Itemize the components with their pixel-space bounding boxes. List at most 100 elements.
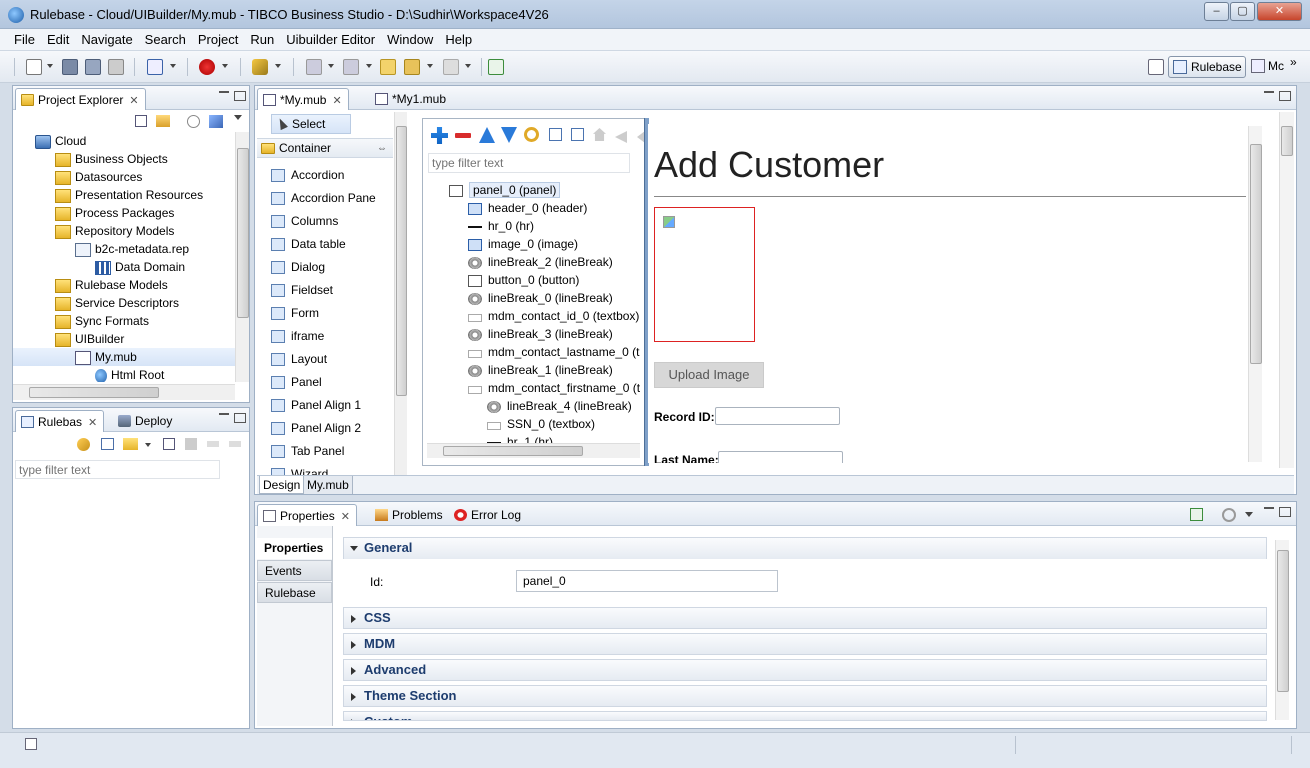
maximize-view-icon[interactable] bbox=[234, 413, 246, 423]
rulebas-filter-input[interactable] bbox=[15, 460, 220, 479]
tab-problems[interactable]: Problems bbox=[370, 504, 449, 526]
new-dropdown-icon[interactable] bbox=[47, 64, 53, 68]
tab-project-explorer[interactable]: Project Explorer ✕ bbox=[15, 88, 146, 110]
palette-item-panel-align-1[interactable]: Panel Align 1 bbox=[271, 394, 361, 417]
close-icon[interactable]: ✕ bbox=[332, 95, 341, 107]
tree-item[interactable]: Process Packages bbox=[13, 204, 235, 222]
page-heading[interactable]: Add Customer bbox=[654, 144, 884, 186]
menu-edit[interactable]: Edit bbox=[41, 32, 75, 47]
link-editor-icon[interactable] bbox=[156, 115, 170, 127]
tree-item[interactable]: Html Root bbox=[13, 366, 235, 382]
open-dropdown-icon[interactable] bbox=[145, 443, 151, 447]
collapse-all-icon[interactable] bbox=[135, 115, 147, 127]
back-dropdown-icon[interactable] bbox=[427, 64, 433, 68]
side-tab-rulebase[interactable]: Rulebase bbox=[257, 582, 332, 603]
maximize-view-icon[interactable] bbox=[234, 91, 246, 101]
menu-file[interactable]: File bbox=[8, 32, 41, 47]
section-theme-section[interactable]: Theme Section bbox=[343, 685, 1267, 707]
run-dropdown-icon[interactable] bbox=[222, 64, 228, 68]
outline-row[interactable]: SSN_0 (textbox) bbox=[423, 415, 644, 433]
scrollbar-thumb[interactable] bbox=[237, 148, 249, 318]
perspective-mc-label[interactable]: Mc bbox=[1268, 59, 1284, 73]
next-annotation-dropdown-icon[interactable] bbox=[328, 64, 334, 68]
filter-icon[interactable] bbox=[1222, 508, 1236, 522]
palette-item-data-table[interactable]: Data table bbox=[271, 233, 346, 256]
tree-item[interactable]: Rulebase Models bbox=[13, 276, 235, 294]
menu-search[interactable]: Search bbox=[139, 32, 192, 47]
tab-design[interactable]: Design bbox=[259, 476, 305, 494]
next-annotation-icon[interactable] bbox=[306, 59, 322, 75]
scrollbar-thumb[interactable] bbox=[1281, 126, 1293, 156]
tool-dropdown-icon[interactable] bbox=[275, 64, 281, 68]
palette-item-panel[interactable]: Panel bbox=[271, 371, 322, 394]
section-advanced[interactable]: Advanced bbox=[343, 659, 1267, 681]
forward-icon[interactable] bbox=[229, 441, 241, 447]
close-icon[interactable]: ✕ bbox=[88, 417, 97, 429]
palette-item-tab-panel[interactable]: Tab Panel bbox=[271, 440, 344, 463]
filter-icon[interactable] bbox=[187, 115, 200, 128]
home-icon[interactable] bbox=[185, 438, 197, 450]
expand-icon[interactable] bbox=[549, 128, 562, 141]
menu-window[interactable]: Window bbox=[381, 32, 439, 47]
section-css[interactable]: CSS bbox=[343, 607, 1267, 629]
maximize-view-icon[interactable] bbox=[1279, 507, 1291, 517]
outline-row[interactable]: mdm_contact_id_0 (textbox) bbox=[423, 307, 644, 325]
tree-item[interactable]: Cloud bbox=[13, 132, 235, 150]
refresh-icon[interactable] bbox=[77, 438, 90, 451]
home-icon[interactable] bbox=[593, 128, 606, 141]
tree-item[interactable]: Data Domain bbox=[13, 258, 235, 276]
side-tab-events[interactable]: Events bbox=[257, 560, 332, 581]
tab-my1-mub[interactable]: *My1.mub bbox=[370, 88, 452, 110]
close-icon[interactable]: ✕ bbox=[129, 95, 138, 107]
minimize-view-icon[interactable] bbox=[219, 413, 229, 416]
palette-item-dialog[interactable]: Dialog bbox=[271, 256, 325, 279]
close-icon[interactable]: ✕ bbox=[341, 511, 350, 523]
id-input[interactable] bbox=[516, 570, 778, 592]
record-id-input[interactable] bbox=[715, 407, 840, 425]
fast-view-icon[interactable] bbox=[25, 738, 37, 750]
last-edit-icon[interactable] bbox=[380, 59, 396, 75]
section-general[interactable]: General bbox=[343, 537, 1267, 559]
tool-icon[interactable] bbox=[252, 59, 268, 75]
upload-image-button[interactable]: Upload Image bbox=[654, 362, 764, 388]
prev-annotation-dropdown-icon[interactable] bbox=[366, 64, 372, 68]
palette-item-wizard[interactable]: Wizard bbox=[271, 463, 328, 475]
palette-item-panel-align-2[interactable]: Panel Align 2 bbox=[271, 417, 361, 440]
tree-item[interactable]: Presentation Resources bbox=[13, 186, 235, 204]
layout-icon[interactable] bbox=[147, 59, 163, 75]
palette-item-layout[interactable]: Layout bbox=[271, 348, 327, 371]
outline-row[interactable]: lineBreak_0 (lineBreak) bbox=[423, 289, 644, 307]
palette-scrollbar[interactable] bbox=[394, 112, 407, 475]
project-explorer-hscrollbar[interactable] bbox=[13, 384, 235, 400]
tab-rulebas[interactable]: Rulebas ✕ bbox=[15, 410, 105, 432]
outline-row[interactable]: hr_1 (hr) bbox=[423, 433, 644, 443]
outline-row[interactable]: lineBreak_3 (lineBreak) bbox=[423, 325, 644, 343]
image-placeholder[interactable] bbox=[654, 207, 755, 342]
outline-row[interactable]: lineBreak_4 (lineBreak) bbox=[423, 397, 644, 415]
minimize-button[interactable]: – bbox=[1204, 2, 1229, 21]
prev-annotation-icon[interactable] bbox=[343, 59, 359, 75]
scrollbar-thumb[interactable] bbox=[396, 126, 407, 396]
minimize-view-icon[interactable] bbox=[219, 91, 229, 94]
perspective-rulebase-button[interactable]: Rulebase bbox=[1168, 56, 1246, 78]
outline-row[interactable]: hr_0 (hr) bbox=[423, 217, 644, 235]
outline-row[interactable]: lineBreak_2 (lineBreak) bbox=[423, 253, 644, 271]
palette-select-tool[interactable]: Select bbox=[271, 114, 351, 134]
palette-item-form[interactable]: Form bbox=[271, 302, 319, 325]
tab-properties[interactable]: Properties ✕ bbox=[257, 504, 357, 526]
refresh-icon[interactable] bbox=[524, 127, 539, 142]
save-all-icon[interactable] bbox=[85, 59, 101, 75]
remove-icon[interactable] bbox=[455, 133, 471, 138]
outline-row[interactable]: lineBreak_1 (lineBreak) bbox=[423, 361, 644, 379]
back-icon[interactable] bbox=[404, 59, 420, 75]
palette-group-container[interactable]: Container ⇔ bbox=[257, 138, 393, 158]
menu-help[interactable]: Help bbox=[439, 32, 478, 47]
minimize-editor-icon[interactable] bbox=[1264, 91, 1274, 94]
back-icon[interactable] bbox=[615, 131, 627, 143]
side-tab-properties[interactable]: Properties bbox=[257, 538, 332, 559]
new-icon[interactable] bbox=[26, 59, 42, 75]
add-icon[interactable] bbox=[101, 438, 114, 450]
tree-item[interactable]: Service Descriptors bbox=[13, 294, 235, 312]
outline-row[interactable]: mdm_contact_lastname_0 (t bbox=[423, 343, 644, 361]
menu-navigate[interactable]: Navigate bbox=[75, 32, 138, 47]
